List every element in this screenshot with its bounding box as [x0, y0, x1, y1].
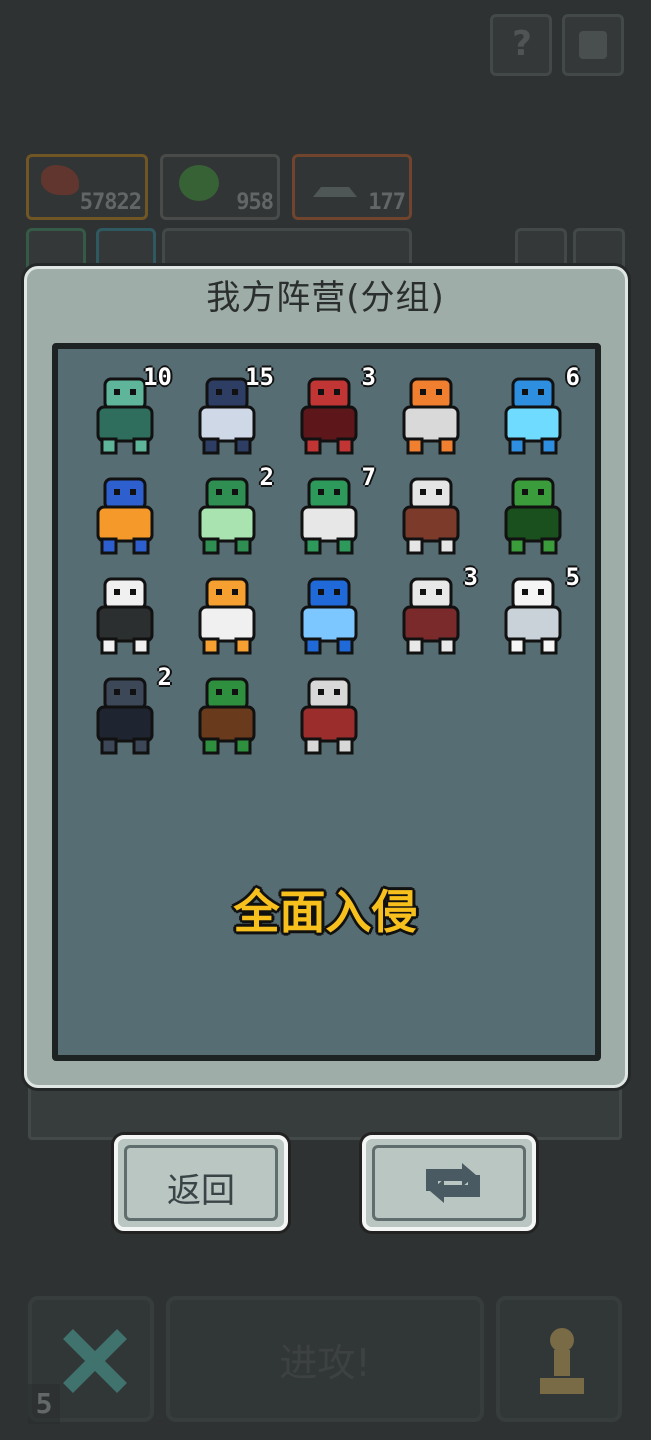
ship-value: 177: [368, 190, 406, 215]
spider-beast-icon: [96, 677, 154, 755]
corner-counter: 5: [28, 1384, 60, 1424]
unit-count-badge: 2: [259, 463, 274, 491]
ship-icon: [313, 167, 357, 197]
skull-lancer-icon: [402, 477, 460, 555]
settings-button[interactable]: [562, 14, 624, 76]
unit-fire-imp[interactable]: [386, 369, 476, 459]
back-button[interactable]: 返回: [114, 1135, 288, 1231]
unit-spider-beast[interactable]: 2: [80, 663, 172, 759]
ship-resource: 177: [292, 154, 412, 220]
unit-paladin[interactable]: [284, 669, 374, 759]
treant-icon: [504, 477, 562, 555]
unit-shark[interactable]: 15: [182, 363, 274, 459]
unit-witch[interactable]: [80, 569, 170, 659]
attack-button[interactable]: 进攻!: [166, 1296, 484, 1422]
cactus-snake-icon: [198, 477, 256, 555]
witch-icon: [96, 577, 154, 655]
gem-icon: [179, 165, 219, 201]
attack-button-label: 进攻!: [279, 1341, 371, 1385]
meat-value: 57822: [79, 190, 142, 215]
x-icon: [63, 1329, 127, 1393]
paladin-icon: [300, 677, 358, 755]
unit-count-badge: 3: [361, 363, 376, 391]
lizard-mage-icon: [300, 477, 358, 555]
swap-button[interactable]: [362, 1135, 536, 1231]
unit-count-badge: 6: [565, 363, 580, 391]
unit-dark-knight[interactable]: 3: [386, 563, 478, 659]
gem-resource: 958: [160, 154, 280, 220]
meat-icon: [41, 165, 79, 195]
unit-count-badge: 7: [361, 463, 376, 491]
board-strip: [28, 1080, 622, 1140]
unit-zombie[interactable]: 10: [80, 363, 172, 459]
unit-count-badge: 10: [143, 363, 172, 391]
unit-count-badge: 2: [157, 663, 172, 691]
back-button-label: 返回: [167, 1171, 235, 1211]
unit-red-dragon[interactable]: 3: [284, 363, 376, 459]
unit-count-badge: 5: [565, 563, 580, 591]
unit-yeti[interactable]: 5: [488, 563, 580, 659]
dark-knight-icon: [402, 577, 460, 655]
pawn-button[interactable]: [496, 1296, 622, 1422]
unit-count-badge: 15: [245, 363, 274, 391]
help-button[interactable]: ?: [490, 14, 552, 76]
unit-cactus-snake[interactable]: 2: [182, 463, 274, 559]
gem-value: 958: [236, 190, 274, 215]
unit-grid: 10 15 3 6 2 7 3 5 2: [58, 349, 595, 1055]
unit-sea-knight[interactable]: [80, 469, 170, 559]
sun-king-icon: [198, 577, 256, 655]
sea-knight-icon: [96, 477, 154, 555]
pawn-icon: [540, 1328, 584, 1394]
question-icon: ?: [512, 24, 532, 64]
unit-minotaur[interactable]: [182, 669, 272, 759]
fire-imp-icon: [402, 377, 460, 455]
yeti-icon: [504, 577, 562, 655]
ice-golem-icon: [504, 377, 562, 455]
unit-skull-lancer[interactable]: [386, 469, 476, 559]
modal-title: 我方阵营(分组): [206, 278, 445, 318]
minotaur-icon: [198, 677, 256, 755]
unit-count-badge: 3: [463, 563, 478, 591]
unit-lizard-mage[interactable]: 7: [284, 463, 376, 559]
unit-portal[interactable]: [284, 569, 374, 659]
unit-grid-panel: 10 15 3 6 2 7 3 5 2: [52, 343, 601, 1061]
unit-sun-king[interactable]: [182, 569, 272, 659]
unit-treant[interactable]: [488, 469, 578, 559]
full-invasion-label[interactable]: 全面入侵: [0, 876, 651, 942]
meat-resource: 57822: [26, 154, 148, 220]
unit-ice-golem[interactable]: 6: [488, 363, 580, 459]
swap-icon: [426, 1163, 480, 1203]
portal-icon: [300, 577, 358, 655]
gear-icon: [579, 31, 607, 59]
red-dragon-icon: [300, 377, 358, 455]
